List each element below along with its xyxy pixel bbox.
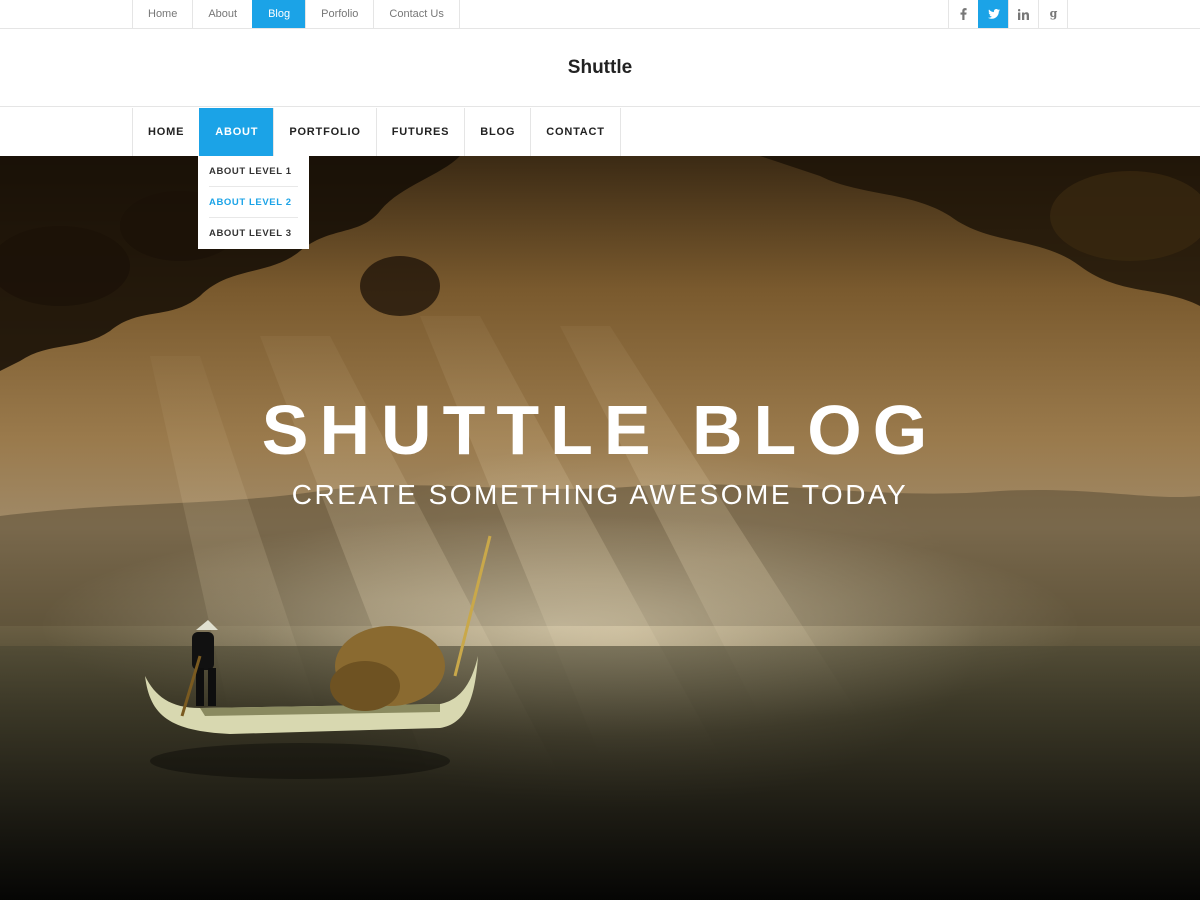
hero-subtitle: CREATE SOMETHING AWESOME TODAY	[291, 479, 909, 510]
dropdown-item-about-level-2[interactable]: ABOUT LEVEL 2	[209, 187, 298, 218]
hero-title: SHUTTLE BLOG	[261, 391, 939, 469]
about-dropdown-menu: ABOUT LEVEL 1 ABOUT LEVEL 2 ABOUT LEVEL …	[198, 156, 309, 249]
site-header: Shuttle	[0, 29, 1200, 107]
hero-background-image	[0, 156, 1200, 900]
site-title[interactable]: Shuttle	[0, 57, 1200, 79]
top-nav-contact-us[interactable]: Contact Us	[373, 0, 460, 28]
main-nav-portfolio[interactable]: PORTFOLIO	[273, 108, 375, 156]
main-nav-blog[interactable]: BLOG	[464, 108, 530, 156]
top-bar: Home About Blog Porfolio Contact Us g	[0, 0, 1200, 29]
main-nav-contact[interactable]: CONTACT	[530, 108, 621, 156]
facebook-icon[interactable]	[948, 0, 978, 28]
google-icon[interactable]: g	[1038, 0, 1068, 28]
main-nav-home[interactable]: HOME	[132, 108, 199, 156]
svg-text:g: g	[1049, 8, 1057, 20]
hero-banner: SHUTTLE BLOG CREATE SOMETHING AWESOME TO…	[0, 156, 1200, 900]
dropdown-item-about-level-1[interactable]: ABOUT LEVEL 1	[209, 156, 298, 187]
top-nav: Home About Blog Porfolio Contact Us	[132, 0, 460, 28]
top-nav-porfolio[interactable]: Porfolio	[305, 0, 373, 28]
linkedin-icon[interactable]	[1008, 0, 1038, 28]
main-nav-about[interactable]: ABOUT	[199, 108, 274, 156]
social-links: g	[948, 0, 1068, 28]
twitter-icon[interactable]	[978, 0, 1008, 28]
main-nav: HOME ABOUT PORTFOLIO FUTURES BLOG CONTAC…	[132, 108, 621, 156]
dropdown-item-about-level-3[interactable]: ABOUT LEVEL 3	[209, 218, 298, 249]
top-nav-about[interactable]: About	[192, 0, 252, 28]
top-nav-blog[interactable]: Blog	[252, 0, 306, 28]
main-nav-bar: HOME ABOUT PORTFOLIO FUTURES BLOG CONTAC…	[0, 108, 1200, 156]
top-nav-home[interactable]: Home	[132, 0, 192, 28]
main-nav-futures[interactable]: FUTURES	[375, 108, 465, 156]
